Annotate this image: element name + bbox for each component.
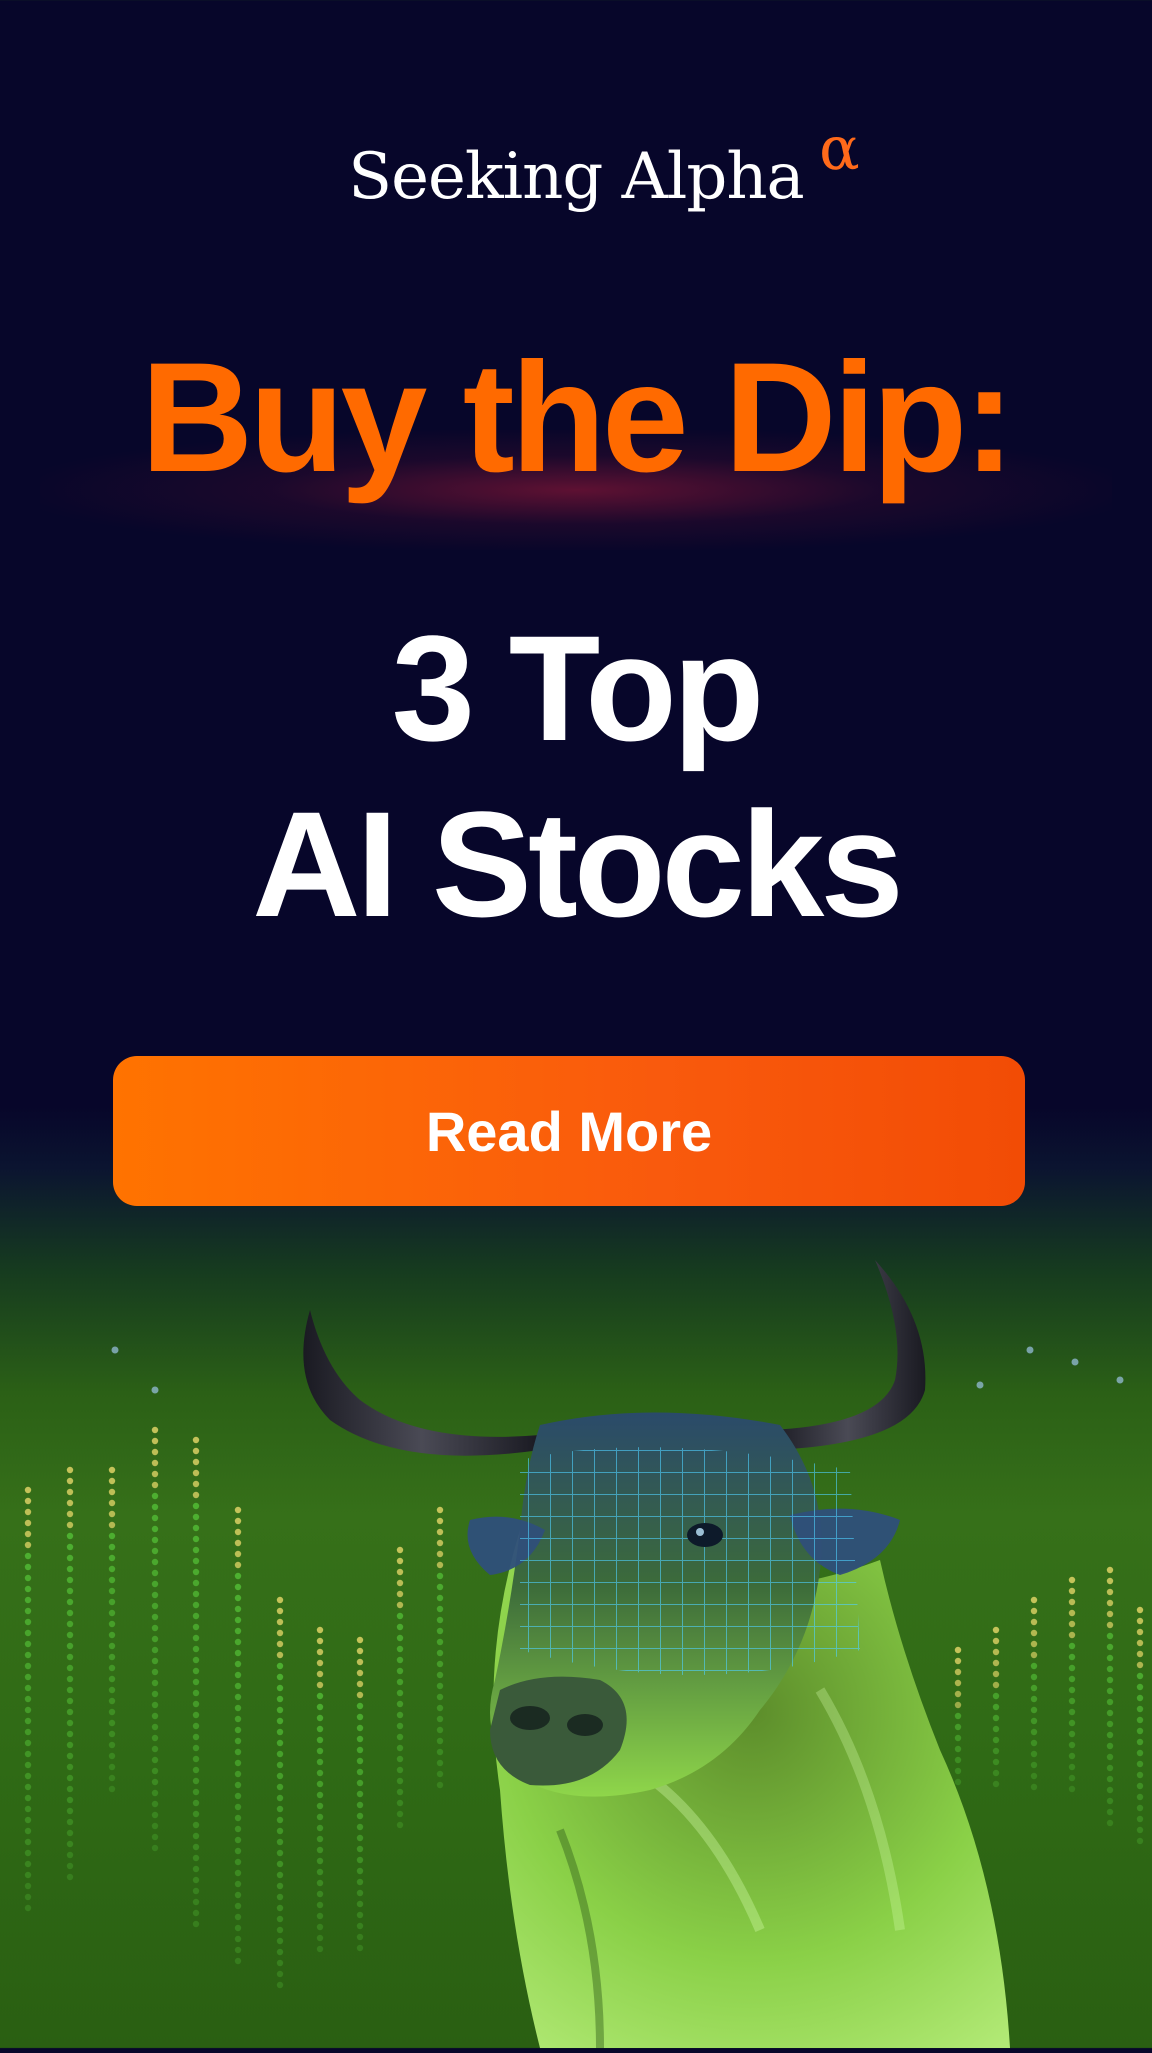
logo-text: Seeking Alpha — [348, 140, 804, 214]
bull-eye — [687, 1523, 723, 1547]
right-horn — [770, 1260, 926, 1450]
headline-secondary-line-1: 3 Top — [391, 604, 765, 772]
bull-scene-svg — [24, 1260, 1144, 2049]
read-more-label: Read More — [425, 1099, 713, 1163]
bull-illustration — [0, 1230, 1152, 2049]
alpha-icon: α — [819, 114, 860, 184]
read-more-button[interactable]: Read More — [113, 1056, 1025, 1206]
headline-secondary: 3 Top AI Stocks — [0, 600, 1152, 952]
logo-wrap: Seeking Alpha α — [348, 114, 859, 214]
left-horn — [303, 1310, 540, 1456]
headline-secondary-line-2: AI Stocks — [252, 780, 904, 948]
brand-logo: Seeking Alpha α — [0, 114, 1152, 214]
headline-primary: Buy the Dip: — [140, 331, 1016, 505]
